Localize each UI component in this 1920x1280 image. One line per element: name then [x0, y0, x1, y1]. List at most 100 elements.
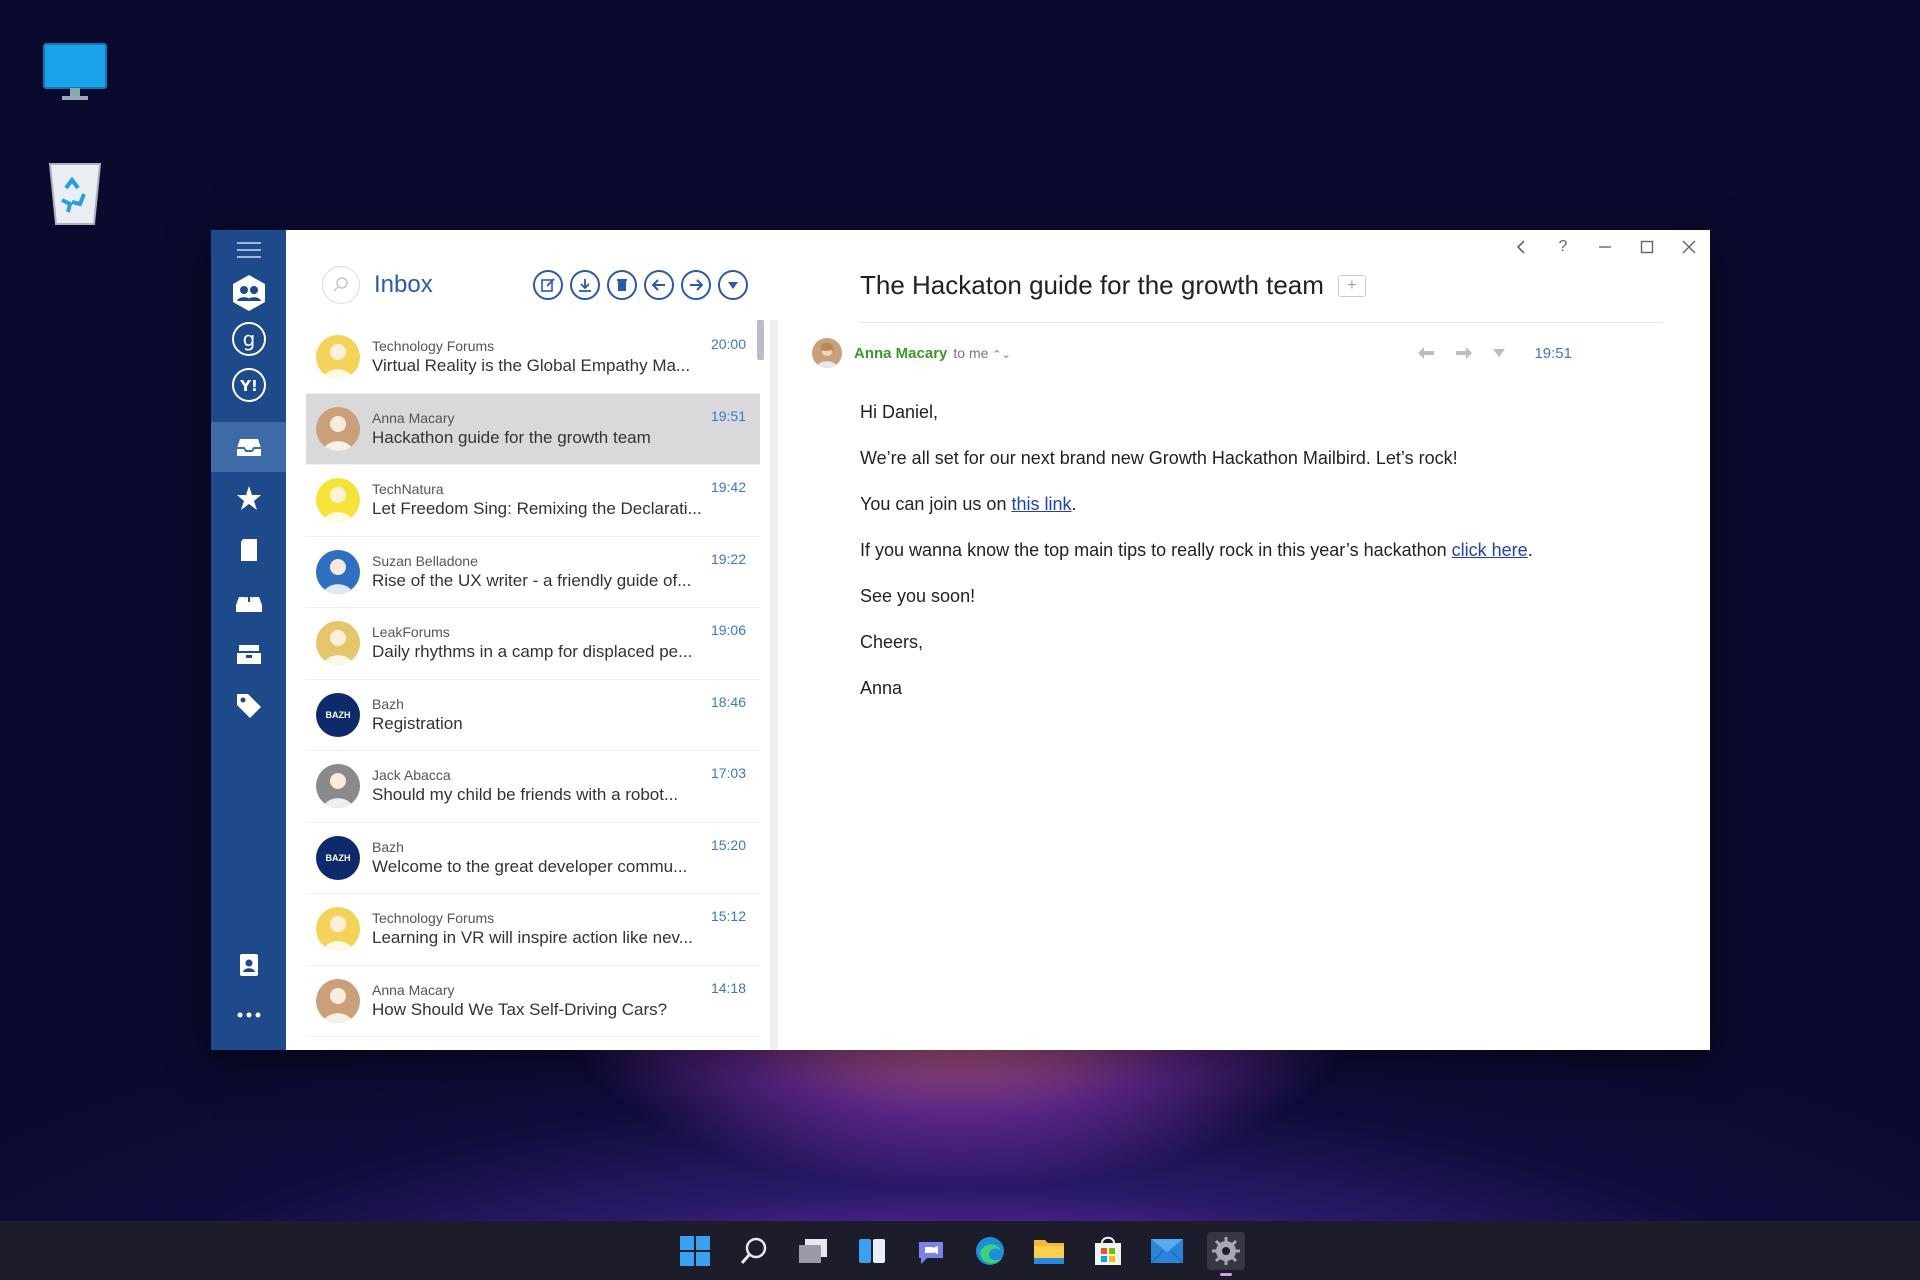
task-view-icon[interactable]	[794, 1232, 832, 1270]
contacts-icon[interactable]	[211, 940, 286, 990]
all-accounts-icon[interactable]	[211, 270, 286, 316]
message-row[interactable]: Technology Forums Virtual Reality is the …	[306, 322, 760, 394]
message-text: Jack Abacca Should my child be friends wi…	[372, 766, 702, 806]
search-button[interactable]	[322, 266, 360, 304]
message-row[interactable]: Suzan Belladone Rise of the UX writer - a…	[306, 537, 760, 608]
compose-button[interactable]	[533, 270, 563, 300]
message-time: 18:46	[710, 693, 746, 710]
message-subject: Registration	[372, 713, 463, 733]
inbox-icon[interactable]	[211, 422, 286, 472]
chat-icon[interactable]	[912, 1232, 950, 1270]
sent-icon[interactable]	[211, 576, 286, 628]
list-scrollbar[interactable]	[757, 320, 764, 360]
message-subject: Rise of the UX writer - a friendly guide…	[372, 570, 692, 590]
message-row[interactable]: BAZH Bazh Registration 18:46	[306, 680, 760, 751]
list-toolbar	[533, 270, 748, 300]
message-subject: How Should We Tax Self-Driving Cars?	[372, 999, 668, 1019]
message-row[interactable]: TechNatura Let Freedom Sing: Remixing the…	[306, 465, 760, 537]
download-button[interactable]	[570, 270, 600, 300]
message-time: 19:51	[710, 407, 746, 424]
search-icon[interactable]	[735, 1232, 773, 1270]
subject-text: The Hackaton guide for the growth team	[860, 270, 1324, 300]
menu-icon[interactable]	[211, 230, 286, 270]
edge-icon[interactable]	[971, 1232, 1009, 1270]
help-icon[interactable]: ?	[1542, 230, 1584, 264]
svg-text:Y!: Y!	[239, 377, 258, 395]
this-link[interactable]: this link	[1011, 494, 1071, 514]
message-time: 17:03	[710, 765, 746, 781]
more-actions-button[interactable]	[718, 270, 748, 300]
reply-icon[interactable]	[1416, 346, 1436, 360]
maximize-icon[interactable]	[1626, 230, 1668, 264]
reply-button[interactable]	[644, 270, 674, 300]
body-signature: Anna	[860, 678, 903, 698]
more-icon[interactable]	[211, 990, 286, 1040]
forward-button[interactable]	[681, 270, 711, 300]
message-sender: Anna Macary	[372, 981, 455, 998]
avatar	[316, 478, 360, 523]
more-down-icon[interactable]	[1492, 348, 1506, 358]
message-row[interactable]: LeakForums Daily rhythms in a camp for di…	[306, 608, 760, 680]
message-text: Bazh Registration	[372, 695, 702, 735]
close-icon[interactable]	[1668, 230, 1710, 264]
body-line: We’re all set for our next brand new Gro…	[860, 448, 1458, 468]
add-tag-icon[interactable]: +	[1337, 274, 1366, 297]
message-time: 15:12	[710, 908, 746, 924]
message-time: 19:51	[1534, 344, 1572, 362]
body-line: Cheers,	[860, 632, 924, 652]
body-line-with-link: You can join us on this link.	[860, 494, 1077, 514]
reply-icon	[651, 279, 665, 291]
compose-icon	[541, 278, 555, 292]
this-pc-icon[interactable]	[40, 38, 110, 108]
start-icon[interactable]	[676, 1232, 714, 1270]
sender-avatar[interactable]	[812, 338, 842, 368]
recipient-toggle[interactable]: to me ⌃⌄	[953, 345, 1010, 361]
message-sender: Technology Forums	[372, 910, 495, 927]
message-time: 14:18	[710, 979, 746, 996]
message-text: TechNatura Let Freedom Sing: Remixing the…	[372, 480, 702, 520]
message-sender: Suzan Belladone	[372, 552, 478, 569]
mail-icon[interactable]	[1148, 1232, 1186, 1270]
message-subject: Daily rhythms in a camp for displaced pe…	[372, 642, 693, 662]
file-explorer-icon[interactable]	[1030, 1232, 1068, 1270]
archive-icon[interactable]	[211, 628, 286, 680]
message-row[interactable]: BAZH Bazh Welcome to the great developer c…	[306, 823, 760, 894]
sender-row: Anna Macary to me ⌃⌄ 19:51	[812, 336, 1572, 370]
sender-name[interactable]: Anna Macary	[854, 345, 947, 362]
click-here-link[interactable]: click here	[1452, 540, 1528, 560]
message-row[interactable]: Anna Macary How Should We Tax Self-Drivin…	[306, 966, 760, 1037]
search-icon	[333, 277, 348, 292]
minimize-icon[interactable]	[1584, 230, 1626, 264]
tags-icon[interactable]	[211, 680, 286, 732]
drafts-icon[interactable]	[211, 524, 286, 576]
avatar: BAZH	[316, 835, 360, 880]
body-line-with-link: If you wanna know the top main tips to r…	[860, 540, 1533, 560]
avatar	[316, 549, 360, 594]
message-row[interactable]: Technology Forums Learning in VR will ins…	[306, 894, 760, 966]
message-row[interactable]: Jack Abacca Should my child be friends wi…	[306, 751, 760, 823]
message-subject: Hackathon guide for the growth team	[372, 427, 651, 447]
pane-divider[interactable]	[770, 320, 778, 1050]
message-text: Anna Macary How Should We Tax Self-Drivin…	[372, 981, 702, 1021]
account-sidebar: g Y!	[211, 230, 286, 1050]
forward-icon[interactable]	[1454, 346, 1474, 360]
message-time: 19:42	[710, 479, 746, 495]
google-account-icon[interactable]: g	[211, 316, 286, 362]
message-subject: Let Freedom Sing: Remixing the Declarati…	[372, 499, 702, 519]
delete-button[interactable]	[607, 270, 637, 300]
starred-icon[interactable]	[211, 472, 286, 524]
forward-icon	[690, 279, 704, 291]
email-body: Hi Daniel, We’re all set for our next br…	[860, 400, 1533, 722]
widgets-icon[interactable]	[853, 1232, 891, 1270]
message-row[interactable]: Anna Macary Hackathon guide for the growt…	[306, 393, 760, 465]
yahoo-account-icon[interactable]: Y!	[211, 362, 286, 408]
message-list-pane: Inbox Technology Forums Virtual Reality …	[286, 230, 780, 1050]
reading-pane: ? The Hackaton guide for the growth team…	[780, 230, 1710, 1050]
message-time: 19:06	[710, 622, 746, 638]
settings-icon[interactable]	[1206, 1231, 1245, 1276]
store-icon[interactable]	[1089, 1232, 1127, 1270]
recycle-bin-icon[interactable]	[40, 158, 110, 228]
back-icon[interactable]	[1500, 230, 1542, 264]
avatar	[316, 621, 360, 666]
message-text: Anna Macary Hackathon guide for the growt…	[372, 409, 702, 449]
